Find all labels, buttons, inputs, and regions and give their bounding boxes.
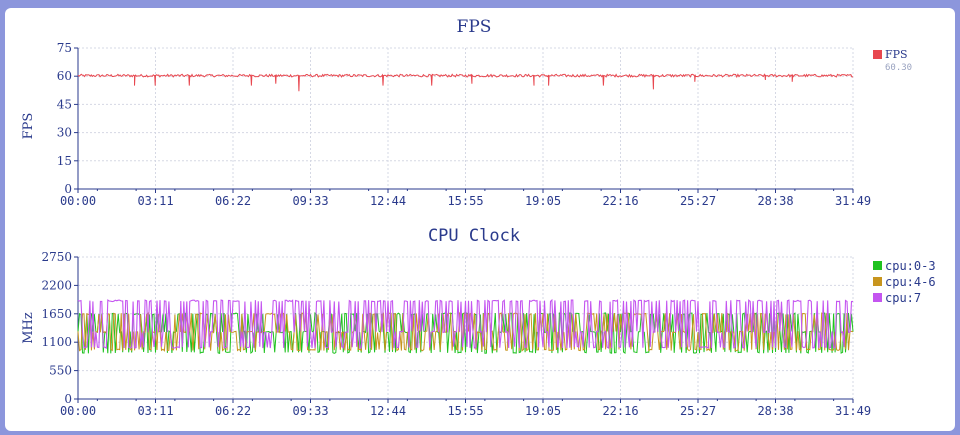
chart-panel: FPS FPS 0 15 30 45 60 75 00:00 03:11 06:22 09:33 1… bbox=[5, 8, 955, 431]
fps-chart: FPS FPS 0153045607500:00 03:11 06:22 09:33 1… bbox=[21, 17, 912, 208]
cpu-xtick-label: 00:00 bbox=[60, 404, 96, 418]
fps-xtick-label: 09:33 bbox=[292, 194, 328, 208]
charts-svg: FPS FPS 0153045607500:00 03:11 06:22 09:33 1… bbox=[21, 17, 936, 418]
fps-xtick-label: 12:44 bbox=[370, 194, 406, 208]
cpu-xtick-label: 15:55 bbox=[447, 404, 483, 418]
cpu-xtick-label: 09:33 bbox=[292, 404, 328, 418]
fps-ytick-label: 75 bbox=[57, 41, 72, 55]
cpu-legend-swatch bbox=[873, 293, 882, 302]
cpu-legend: cpu:0-3 cpu:4-6 cpu:7 bbox=[873, 259, 936, 305]
fps-xtick-label: 03:11 bbox=[137, 194, 173, 208]
fps-xtick-label: 00:00 bbox=[60, 194, 96, 208]
fps-ytick-label: 45 bbox=[57, 97, 72, 111]
fps-y-axis-label: FPS bbox=[21, 113, 36, 140]
cpu-ytick-label: 2750 bbox=[41, 250, 72, 264]
fps-xtick-label: 22:16 bbox=[602, 194, 638, 208]
cpu-ytick-label: 1650 bbox=[41, 307, 72, 321]
cpu-legend-swatch bbox=[873, 277, 882, 286]
cpu-chart-title: CPU Clock bbox=[428, 226, 520, 246]
cpu-xtick-label: 12:44 bbox=[370, 404, 406, 418]
fps-xtick-label: 19:05 bbox=[525, 194, 561, 208]
fps-ytick-label: 60 bbox=[57, 69, 72, 83]
fps-xtick-label: 31:49 bbox=[835, 194, 871, 208]
cpu-ytick-label: 1100 bbox=[41, 335, 72, 349]
fps-legend-swatch bbox=[873, 50, 882, 59]
cpu-xtick-label: 25:27 bbox=[680, 404, 716, 418]
cpu-xtick-label: 19:05 bbox=[525, 404, 561, 418]
cpu-xtick-label: 06:22 bbox=[215, 404, 251, 418]
cpu-xtick-label: 03:11 bbox=[137, 404, 173, 418]
cpu-legend-swatch bbox=[873, 261, 882, 270]
cpu-ytick-label: 550 bbox=[49, 364, 72, 378]
cpu-y-axis-label: MHz bbox=[21, 312, 36, 344]
fps-chart-title: FPS bbox=[457, 17, 492, 37]
cpu-ytick-label: 2200 bbox=[41, 278, 72, 292]
cpu-xtick-label: 22:16 bbox=[602, 404, 638, 418]
cpu-xtick-label: 31:49 bbox=[835, 404, 871, 418]
fps-legend: FPS 60.30 bbox=[873, 48, 912, 73]
cpu-legend-label: cpu:4-6 bbox=[885, 275, 936, 289]
cpu-xtick-label: 28:38 bbox=[757, 404, 793, 418]
fps-xtick-label: 15:55 bbox=[447, 194, 483, 208]
fps-xtick-label: 06:22 bbox=[215, 194, 251, 208]
fps-ytick-label: 15 bbox=[57, 154, 72, 168]
fps-xtick-label: 28:38 bbox=[757, 194, 793, 208]
cpu-legend-label: cpu:7 bbox=[885, 291, 921, 305]
fps-ytick-label: 30 bbox=[57, 126, 72, 140]
cpu-legend-label: cpu:0-3 bbox=[885, 259, 936, 273]
cpu-chart: CPU Clock MHz 0550110016502200275000:00 0… bbox=[21, 226, 936, 418]
fps-xtick-label: 25:27 bbox=[680, 194, 716, 208]
fps-legend-value: 60.30 bbox=[885, 63, 912, 73]
fps-legend-label: FPS bbox=[885, 48, 908, 61]
